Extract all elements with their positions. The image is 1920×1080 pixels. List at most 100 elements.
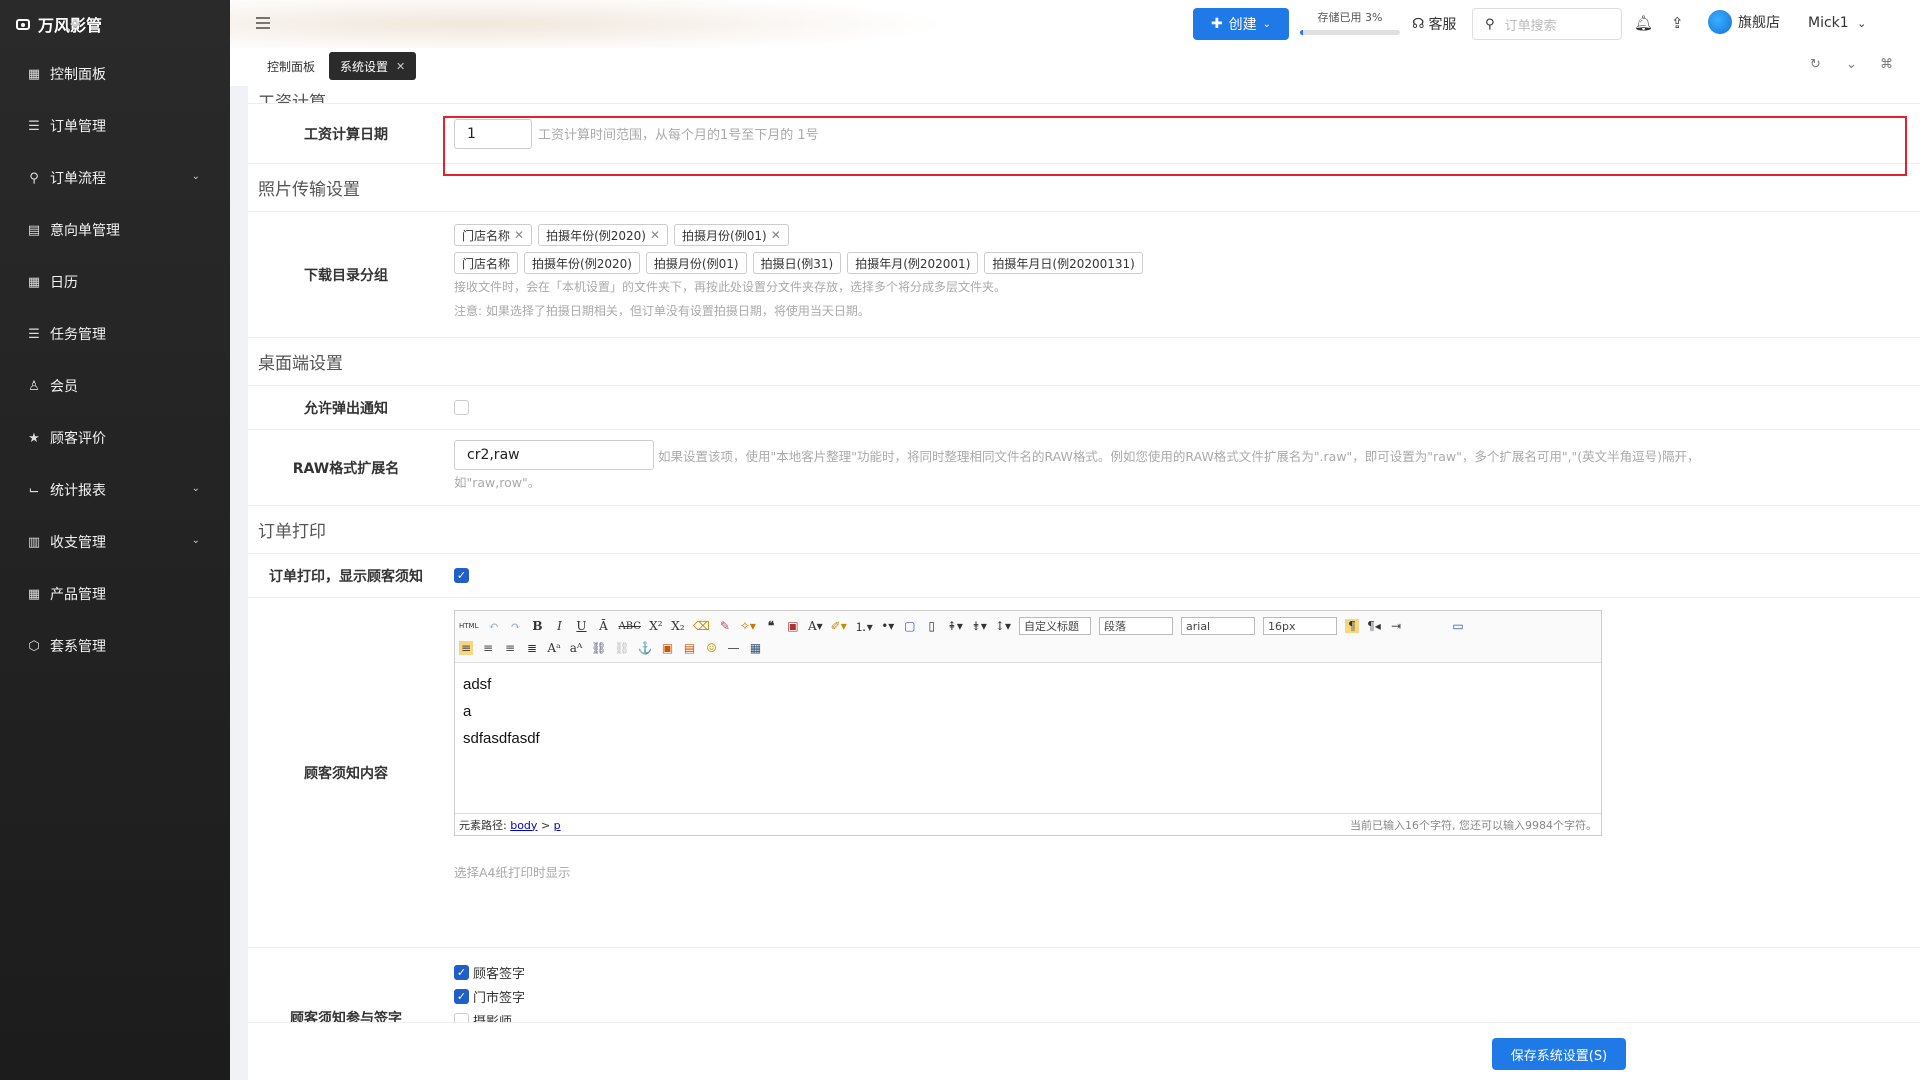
custom-title-select[interactable]: 自定义标题 [1019,617,1091,635]
unlink-icon[interactable]: ⛓ [614,641,629,655]
rtl-icon[interactable]: ¶◂ [1367,619,1381,633]
order-search[interactable]: ⚲ 订单搜索 [1472,8,1622,40]
selected-group-chip[interactable]: 拍摄月份(例01) ✕ [674,224,789,246]
create-button[interactable]: ✚ 创建 ⌄ [1193,8,1289,40]
selected-group-chip[interactable]: 门店名称 ✕ [454,224,533,246]
uppercase-icon[interactable]: Aᵃ [547,641,561,655]
redo-icon[interactable]: ↷ [508,619,522,633]
paste-text-icon[interactable]: ▣ [786,619,800,633]
format-brush-icon[interactable]: ✎ [718,619,732,633]
print-notice-checkbox[interactable]: ✓ [454,568,469,583]
group-option-chip[interactable]: 拍摄年月日(例20200131) [984,252,1143,274]
image-icon[interactable]: ▣ [660,641,674,655]
tab-settings[interactable]: 系统设置 ✕ [329,52,417,80]
fullscreen-icon[interactable]: ⌘ [1880,57,1893,72]
signer-checkbox[interactable]: ✓ [454,988,469,1004]
row-spacing-bottom-icon[interactable]: ⇟▾ [971,619,987,633]
align-right-icon[interactable]: ≡ [503,641,517,655]
sidebar-item[interactable]: ⌙ 统计报表 ⌄ [0,464,230,516]
font-family-select[interactable]: arial [1181,617,1255,635]
refresh-icon[interactable]: ↻ [1810,57,1821,72]
group-option-chip[interactable]: 拍摄日(例31) [752,252,842,274]
eraser-icon[interactable]: ⌫ [693,619,710,633]
signer-option[interactable]: ✓ 顾客签字 [454,960,1920,984]
html-source-button[interactable]: HTML [459,622,478,630]
anchor-icon[interactable]: ⚓ [638,641,653,655]
signer-checkbox[interactable] [454,1012,469,1022]
sidebar-item[interactable]: ☰ 订单管理 [0,100,230,152]
ordered-list-icon[interactable]: ⒈▾ [855,618,873,635]
undo-icon[interactable]: ↶ [486,619,500,633]
close-icon[interactable]: ✕ [514,228,524,242]
underline-icon[interactable]: U [574,619,588,633]
align-center-icon[interactable]: ≡ [481,641,495,655]
user-menu[interactable]: Mick1 ⌄ [1808,15,1866,31]
superscript-icon[interactable]: X² [649,619,663,633]
italic-icon[interactable]: I [552,619,566,633]
upload-icon[interactable]: ⇪ [1671,14,1684,32]
signer-option[interactable]: ✓ 门市签字 [454,984,1920,1008]
highlight-color-icon[interactable]: ✐▾ [831,619,847,633]
bold-icon[interactable]: B [530,619,544,633]
close-icon[interactable]: ✕ [771,228,781,242]
fullscreen-editor-icon[interactable]: ▭ [1451,619,1465,633]
raw-ext-input[interactable]: cr2,raw [454,440,654,470]
bell-icon[interactable]: 🔔︎ [1634,14,1653,32]
emoji-icon[interactable]: ☺ [704,641,718,655]
table-icon[interactable]: ▦ [748,641,762,655]
sidebar-item[interactable]: ★ 顾客评价 [0,412,230,464]
sidebar-item[interactable]: ▦ 日历 [0,256,230,308]
sidebar-item[interactable]: ⚲ 订单流程 ⌄ [0,152,230,204]
store-switcher[interactable]: 旗舰店 [1708,10,1780,34]
selected-group-chip[interactable]: 拍摄年份(例2020) ✕ [538,224,669,246]
sidebar-item[interactable]: ☰ 任务管理 [0,308,230,360]
path-body-link[interactable]: body [510,819,537,832]
tab-dashboard[interactable]: 控制面板 [256,52,326,80]
blockquote-icon[interactable]: ❝ [764,619,778,633]
indent-icon[interactable]: ⇥ [1389,619,1403,633]
align-justify-icon[interactable]: ≣ [525,641,539,655]
sidebar-item[interactable]: ▦ 控制面板 [0,48,230,100]
salary-date-input[interactable]: 1 [454,118,532,149]
group-option-chip[interactable]: 拍摄月份(例01) [645,252,747,274]
path-p-link[interactable]: p [554,819,561,832]
close-icon[interactable]: ✕ [650,228,660,242]
multi-image-icon[interactable]: ▤ [682,641,696,655]
link-icon[interactable]: ⛓ [591,641,606,655]
ltr-icon[interactable]: ¶ [1345,619,1359,633]
row-spacing-top-icon[interactable]: ⇞▾ [947,619,963,633]
line-height-icon[interactable]: ↕▾ [995,619,1011,633]
chevron-down-icon[interactable]: ⌄ [1846,57,1857,72]
lowercase-icon[interactable]: aᴬ [569,641,583,655]
close-icon[interactable]: ✕ [396,60,405,73]
clear-doc-icon[interactable]: ▯ [925,619,939,633]
unordered-list-icon[interactable]: •▾ [881,619,895,633]
sidebar-item[interactable]: ▥ 收支管理 ⌄ [0,516,230,568]
font-border-icon[interactable]: Ā [596,619,610,633]
sidebar-item[interactable]: ▦ 产品管理 [0,568,230,620]
storage-indicator[interactable]: 存储已用 3% [1300,9,1400,35]
sidebar-item[interactable]: ⬡ 套系管理 [0,620,230,672]
editor-content[interactable]: adsf a sdfasdfasdf [455,663,1601,813]
search-input[interactable]: 订单搜索 [1505,15,1557,34]
sidebar-item[interactable]: ▤ 意向单管理 [0,204,230,256]
group-option-chip[interactable]: 拍摄年份(例2020) [524,252,640,274]
support-button[interactable]: ☊ 客服 [1412,14,1456,34]
sidebar-item[interactable]: ♙ 会员 [0,360,230,412]
subscript-icon[interactable]: X₂ [671,619,685,633]
horizontal-rule-icon[interactable]: — [726,641,740,655]
font-color-icon[interactable]: A▾ [808,619,823,633]
save-settings-button[interactable]: 保存系统设置(S) [1492,1038,1626,1070]
signer-option[interactable]: 摄影师 [454,1008,1920,1022]
align-left-icon[interactable]: ≡ [459,641,474,655]
brand[interactable]: 万风影管 [0,0,230,48]
group-option-chip[interactable]: 门店名称 [454,252,519,274]
font-size-select[interactable]: 16px [1263,617,1337,635]
paragraph-select[interactable]: 段落 [1099,617,1173,635]
popup-notify-checkbox[interactable] [454,400,469,415]
group-option-chip[interactable]: 拍摄年月(例202001) [847,252,979,274]
auto-format-icon[interactable]: ✧▾ [740,619,756,633]
signer-checkbox[interactable]: ✓ [454,964,469,980]
strikethrough-icon[interactable]: ABC [618,621,640,632]
select-all-icon[interactable]: ▢ [903,619,917,633]
